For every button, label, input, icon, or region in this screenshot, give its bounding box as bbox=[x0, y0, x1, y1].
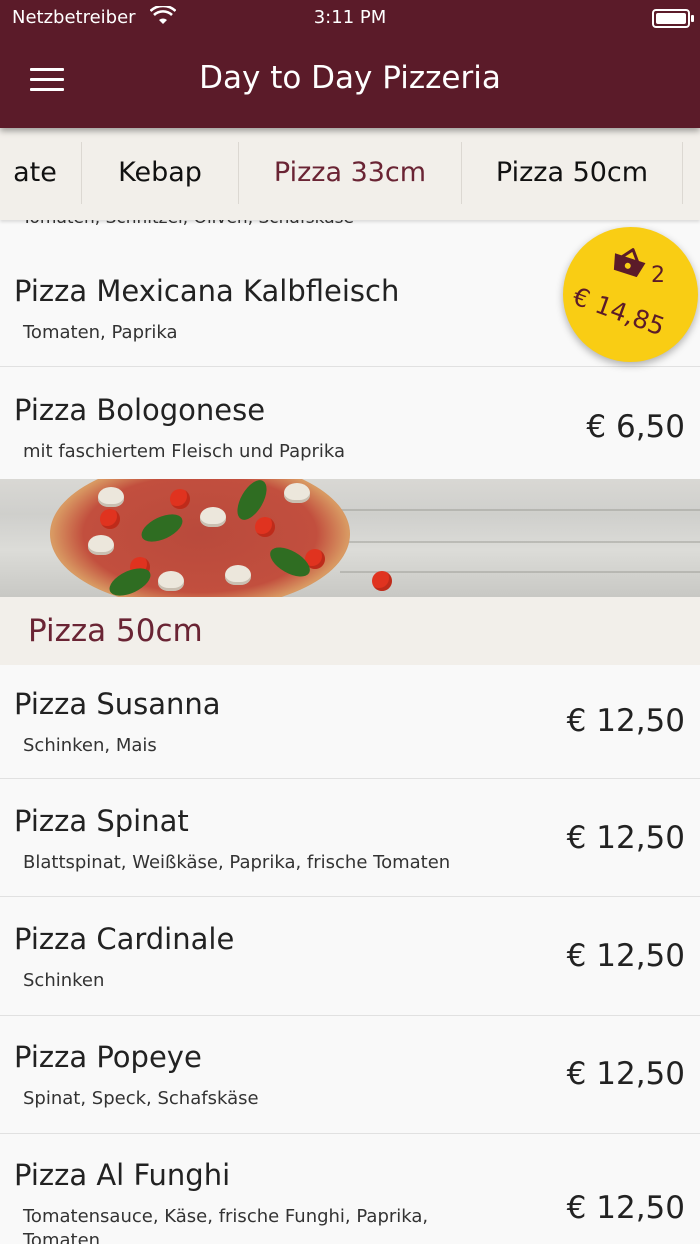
tab-pizza-33cm[interactable]: Pizza 33cm bbox=[239, 142, 461, 204]
cart-total: € 14,85 bbox=[568, 281, 669, 342]
menu-item-popeye[interactable]: Pizza Popeye Spinat, Speck, Schafskäse €… bbox=[0, 1016, 700, 1134]
menu-item-bolognese[interactable]: Pizza Bologonese mit faschiertem Fleisch… bbox=[0, 367, 700, 480]
item-name: Pizza Popeye bbox=[14, 1040, 202, 1074]
item-price: € 12,50 bbox=[566, 820, 685, 856]
item-name: Pizza Cardinale bbox=[14, 922, 235, 956]
item-price: € 12,50 bbox=[566, 938, 685, 974]
page-title: Day to Day Pizzeria bbox=[199, 60, 501, 96]
item-description: Blattspinat, Weißkäse, Paprika, frische … bbox=[23, 852, 451, 873]
tab-ate[interactable]: ate bbox=[0, 142, 80, 204]
category-tabs: ate Kebap Pizza 33cm Pizza 50cm bbox=[0, 128, 700, 220]
tab-kebap[interactable]: Kebap bbox=[82, 142, 238, 204]
section-title: Pizza 50cm bbox=[28, 613, 203, 649]
app-header: Netzbetreiber 3:11 PM Day to Day Pizzeri… bbox=[0, 0, 700, 128]
menu-list[interactable]: Tomaten, Schnitzel, Oliven, Schafskäse P… bbox=[0, 220, 700, 1244]
status-bar: Netzbetreiber 3:11 PM bbox=[0, 0, 700, 36]
menu-item-al-funghi[interactable]: Pizza Al Funghi Tomatensauce, Käse, fris… bbox=[0, 1134, 700, 1244]
item-name: Pizza Mexicana Kalbfleisch bbox=[14, 274, 400, 308]
item-description: Tomaten, Schnitzel, Oliven, Schafskäse bbox=[22, 220, 354, 228]
item-description-line2: Tomaten bbox=[23, 1230, 101, 1244]
menu-item-spinat[interactable]: Pizza Spinat Blattspinat, Weißkäse, Papr… bbox=[0, 779, 700, 897]
status-time: 3:11 PM bbox=[313, 7, 387, 28]
item-description: mit faschiertem Fleisch und Paprika bbox=[23, 441, 346, 462]
item-name: Pizza Bologonese bbox=[14, 393, 266, 427]
section-header: Pizza 50cm bbox=[0, 597, 700, 665]
pizza-banner-image bbox=[0, 479, 700, 597]
item-price: € 12,50 bbox=[566, 1056, 685, 1092]
item-price: € 6,50 bbox=[586, 409, 685, 445]
item-description: Tomaten, Paprika bbox=[23, 322, 178, 343]
tab-pizza-50cm[interactable]: Pizza 50cm bbox=[462, 142, 682, 204]
cart-count: 2 bbox=[651, 263, 665, 288]
item-description: Schinken bbox=[23, 970, 105, 991]
battery-icon bbox=[652, 9, 694, 28]
item-name: Pizza Spinat bbox=[14, 804, 189, 838]
item-price: € 12,50 bbox=[566, 703, 685, 739]
item-description: Tomatensauce, Käse, frische Funghi, Papr… bbox=[23, 1206, 429, 1227]
item-description: Spinat, Speck, Schafskäse bbox=[23, 1088, 259, 1109]
tab-divider bbox=[682, 142, 683, 204]
item-description: Schinken, Mais bbox=[23, 735, 157, 756]
cart-button[interactable]: 2 € 14,85 bbox=[563, 227, 698, 362]
item-name: Pizza Susanna bbox=[14, 687, 221, 721]
shopping-basket-icon bbox=[611, 247, 647, 281]
menu-item-susanna[interactable]: Pizza Susanna Schinken, Mais € 12,50 bbox=[0, 665, 700, 779]
menu-item-cardinale[interactable]: Pizza Cardinale Schinken € 12,50 bbox=[0, 897, 700, 1016]
item-price: € 12,50 bbox=[566, 1190, 685, 1226]
item-name: Pizza Al Funghi bbox=[14, 1158, 231, 1192]
